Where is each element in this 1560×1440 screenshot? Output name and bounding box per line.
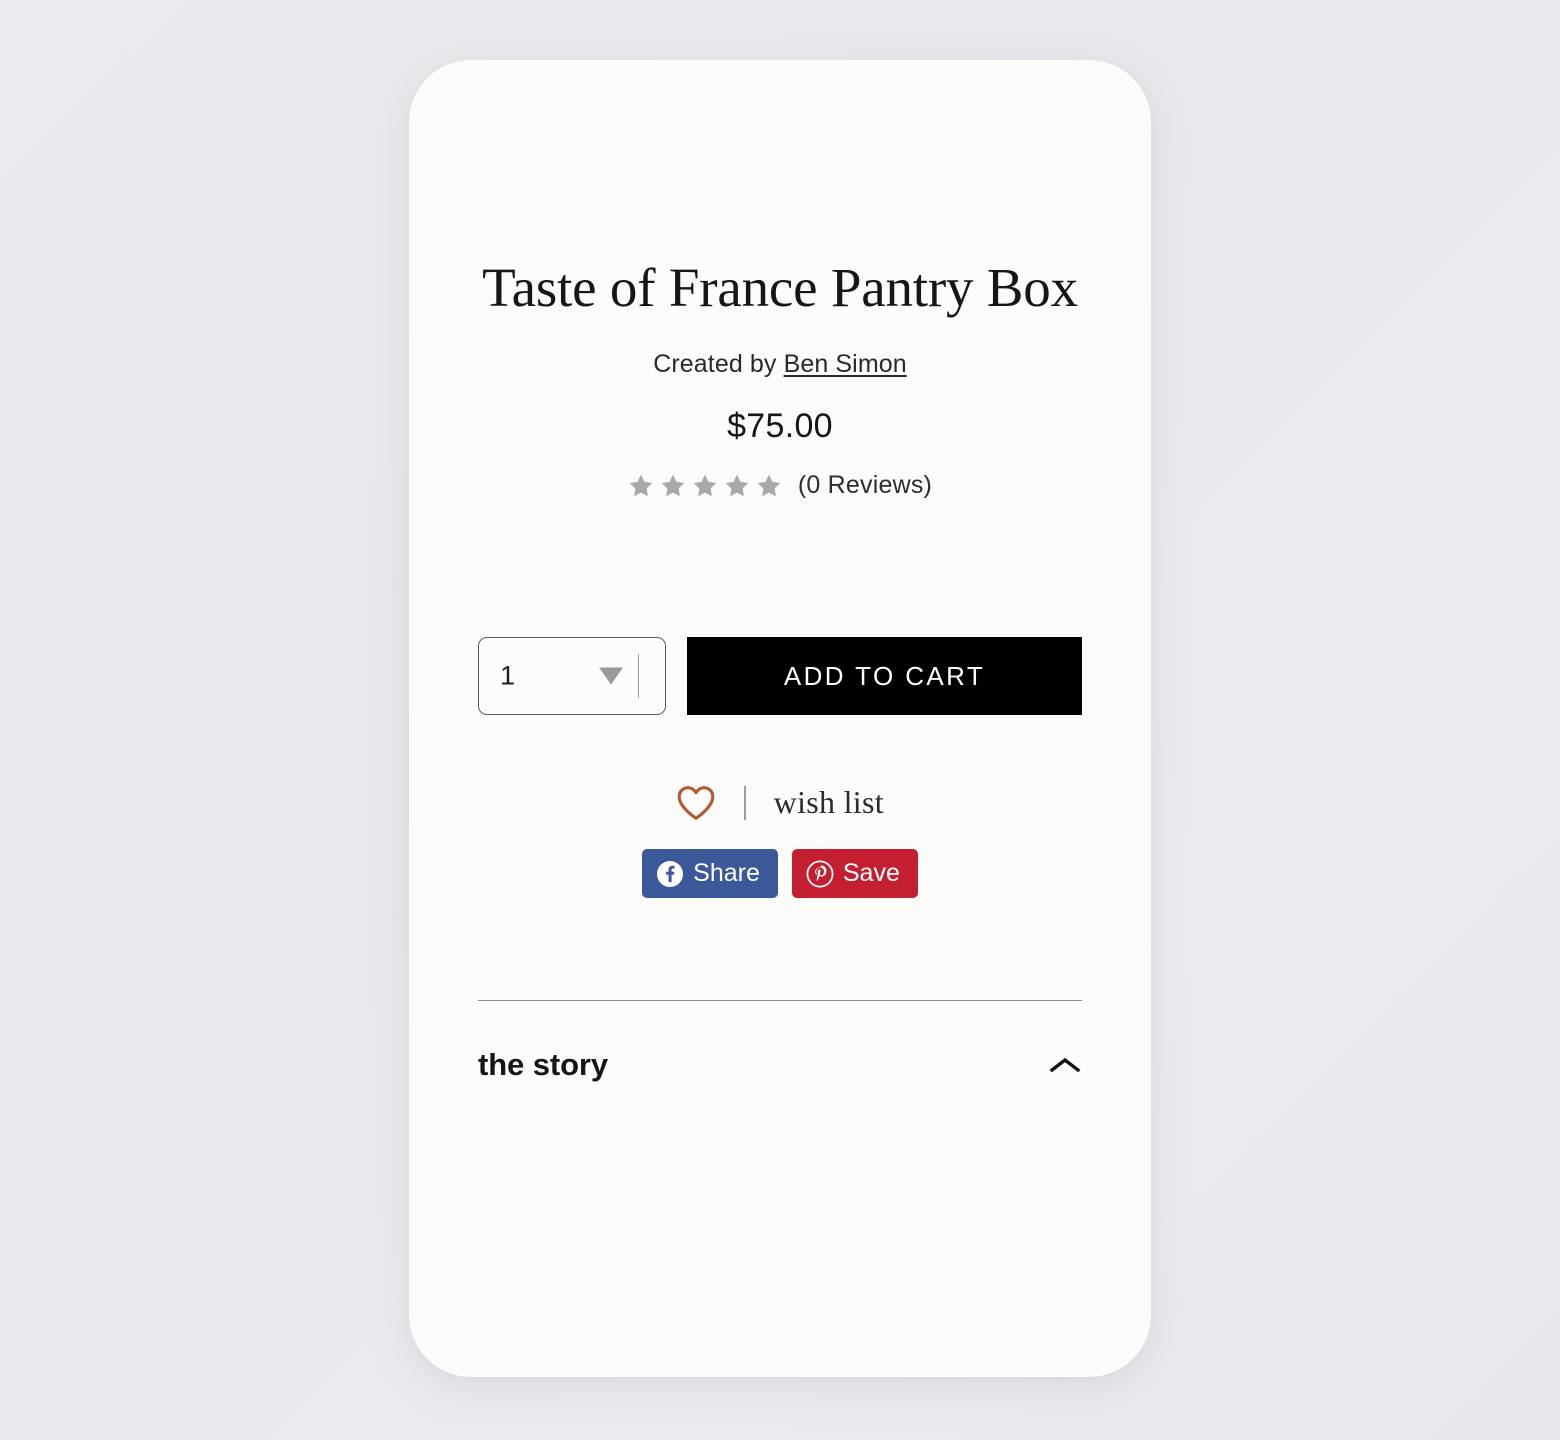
purchase-row: 1 ADD TO CART (478, 500, 1082, 716)
rating-row: (0 Reviews) (478, 446, 1082, 500)
created-by-label: Created by (653, 350, 777, 379)
accordion-title: the story (478, 1047, 609, 1083)
add-to-cart-button[interactable]: ADD TO CART (687, 637, 1082, 716)
pinterest-save-button[interactable]: Save (791, 849, 918, 899)
star-icon (661, 474, 685, 496)
accordion-the-story[interactable]: the story (478, 1001, 1082, 1129)
facebook-icon (657, 860, 684, 887)
wishlist-divider (744, 785, 746, 820)
page-stage: Taste of France Pantry Box Created by Be… (0, 0, 1560, 1440)
product-price: $75.00 (727, 407, 833, 446)
star-icon (629, 474, 653, 496)
wishlist-row: wish list (478, 715, 1082, 821)
page-title: Taste of France Pantry Box (482, 257, 1078, 318)
facebook-share-button[interactable]: Share (642, 849, 778, 899)
created-by-line: Created by Ben Simon (478, 321, 1082, 379)
quantity-value: 1 (500, 660, 516, 691)
facebook-share-label: Share (693, 859, 760, 888)
quantity-separator (637, 654, 639, 699)
card-content: Taste of France Pantry Box Created by Be… (478, 60, 1082, 1377)
quantity-select[interactable]: 1 (478, 637, 666, 716)
pinterest-icon (806, 860, 834, 888)
chevron-down-icon (599, 667, 623, 685)
author-link[interactable]: Ben Simon (784, 350, 907, 378)
heart-icon[interactable] (676, 785, 716, 821)
star-icon (725, 474, 749, 496)
star-icon (757, 474, 781, 496)
product-detail-card: Taste of France Pantry Box Created by Be… (409, 60, 1151, 1377)
social-share-row: Share Save (478, 821, 1082, 899)
reviews-count[interactable]: (0 Reviews) (798, 471, 932, 500)
star-icon (693, 474, 717, 496)
pinterest-save-label: Save (842, 859, 900, 888)
wishlist-label[interactable]: wish list (774, 784, 884, 821)
star-rating[interactable] (628, 473, 782, 499)
chevron-up-icon[interactable] (1048, 1054, 1082, 1076)
